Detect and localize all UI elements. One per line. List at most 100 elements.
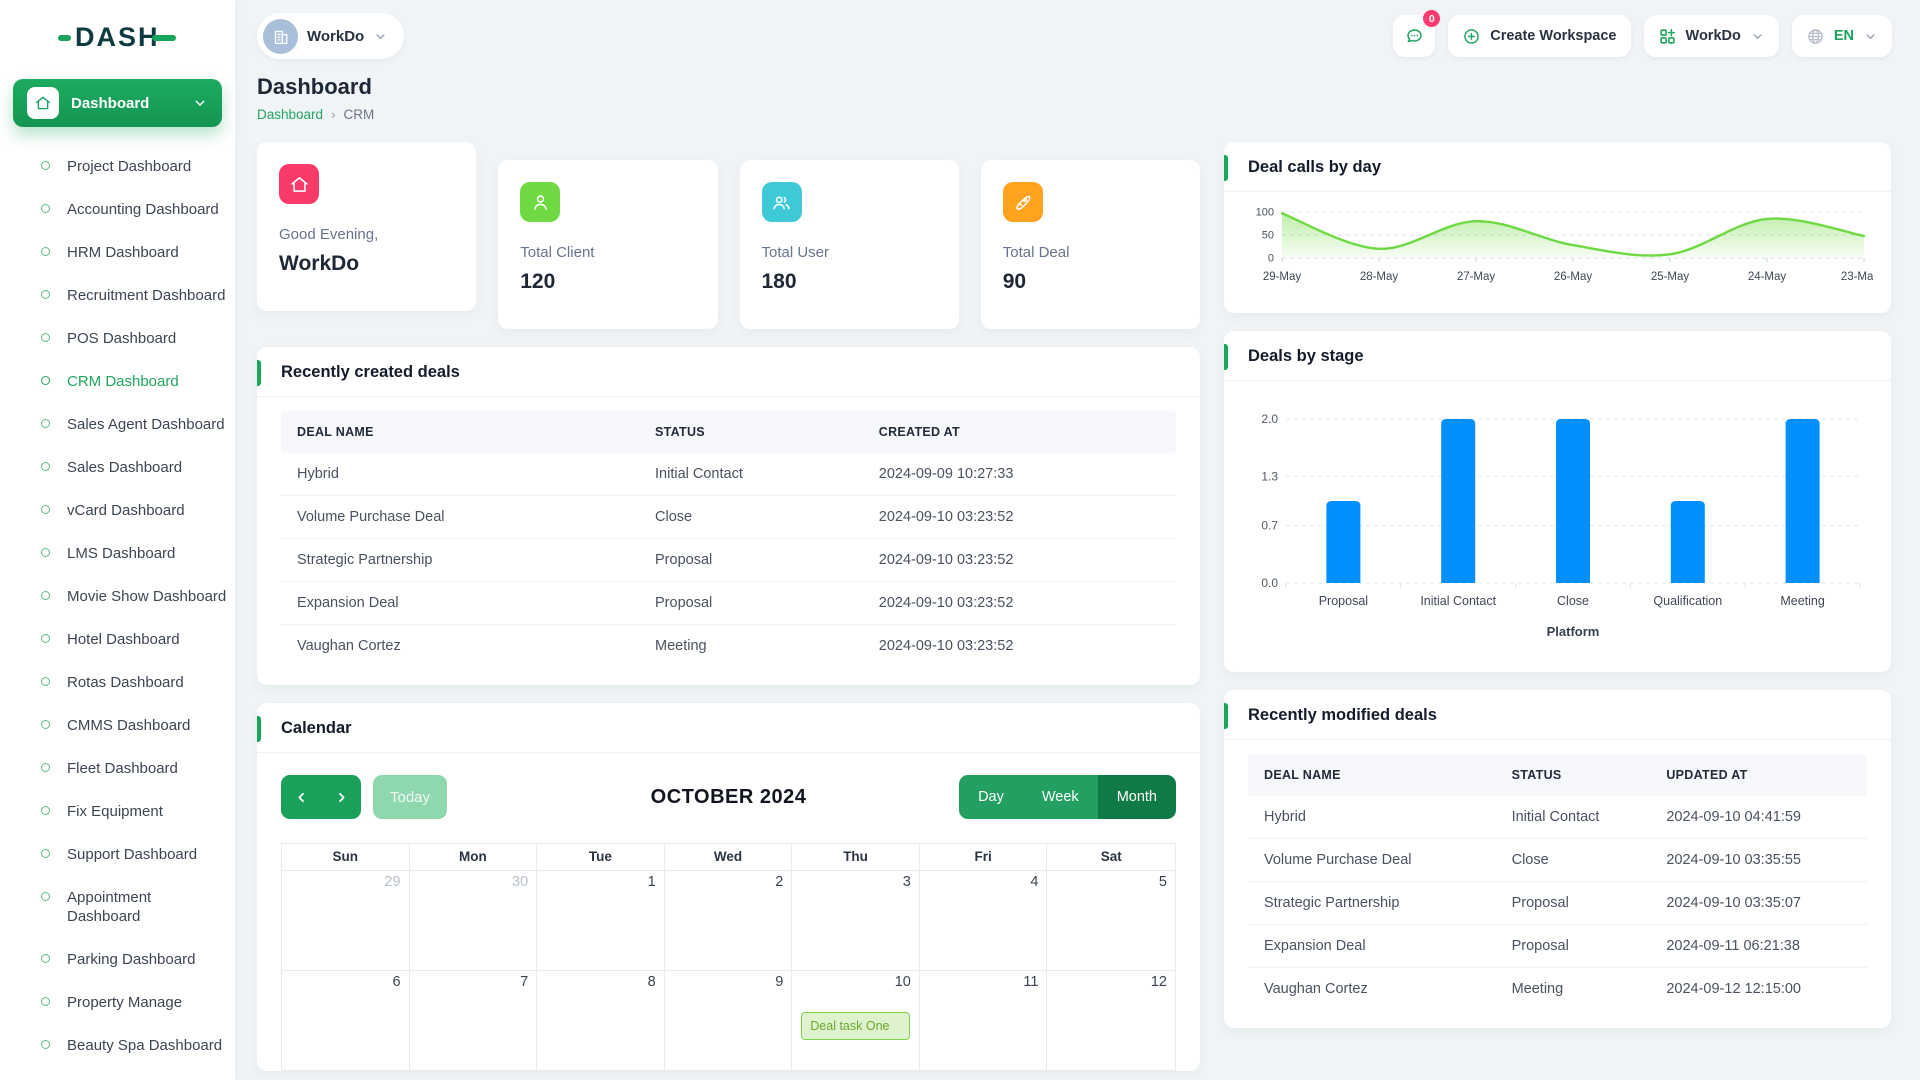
chevron-down-icon <box>192 95 208 111</box>
calendar-day-cell[interactable]: 2 <box>665 870 793 970</box>
sidebar-item-label: Property Manage <box>67 993 182 1012</box>
view-button-month[interactable]: Month <box>1098 775 1176 819</box>
logo-text: DASH <box>75 24 160 51</box>
column-header-created-at: CREATED AT <box>863 411 1176 453</box>
sidebar-item-support-dashboard[interactable]: Support Dashboard <box>0 833 235 876</box>
table-cell: 2024-09-09 10:27:33 <box>863 453 1176 495</box>
calendar-day-cell[interactable]: 29 <box>282 870 410 970</box>
workspace-selector[interactable]: WorkDo <box>257 13 404 59</box>
sidebar-item-lms-dashboard[interactable]: LMS Dashboard <box>0 532 235 575</box>
sidebar-item-project-dashboard[interactable]: Project Dashboard <box>0 145 235 188</box>
sidebar-item-accounting-dashboard[interactable]: Accounting Dashboard <box>0 188 235 231</box>
column-header-updated-at: UPDATED AT <box>1650 754 1867 796</box>
calendar-day-header: Fri <box>920 844 1048 870</box>
calendar-day-cell[interactable]: 1 <box>537 870 665 970</box>
sidebar-item-appointment-dashboard[interactable]: Appointment Dashboard <box>0 876 235 938</box>
sidebar-item-parking-dashboard[interactable]: Parking Dashboard <box>0 938 235 981</box>
sidebar-item-pos-dashboard[interactable]: POS Dashboard <box>0 317 235 360</box>
calendar-day-number: 2 <box>775 874 783 890</box>
table-cell: Close <box>1496 839 1651 881</box>
sidebar-item-dashboard[interactable]: Dashboard <box>13 79 222 127</box>
sidebar-item-crm-dashboard[interactable]: CRM Dashboard <box>0 360 235 403</box>
view-button-day[interactable]: Day <box>959 775 1023 819</box>
svg-text:24-May: 24-May <box>1748 271 1787 283</box>
calendar-day-cell[interactable]: 10Deal task One <box>792 970 920 1070</box>
sidebar-item-label: POS Dashboard <box>67 329 176 348</box>
table-cell: Hybrid <box>281 453 639 495</box>
svg-text:50: 50 <box>1262 230 1274 242</box>
stat-card-total-client: Total Client120 <box>498 160 717 329</box>
calendar-day-cell[interactable]: 11 <box>920 970 1048 1070</box>
svg-text:Initial Contact: Initial Contact <box>1420 594 1496 608</box>
calendar-day-cell[interactable]: 9 <box>665 970 793 1070</box>
chevron-down-icon <box>1863 29 1878 44</box>
calendar-day-cell[interactable]: 7 <box>410 970 538 1070</box>
users-icon <box>762 182 802 222</box>
svg-text:27-May: 27-May <box>1457 271 1496 283</box>
view-button-week[interactable]: Week <box>1023 775 1098 819</box>
calendar-view-switcher: DayWeekMonth <box>959 775 1176 819</box>
today-button[interactable]: Today <box>373 775 447 819</box>
breadcrumb-dashboard-link[interactable]: Dashboard <box>257 107 323 122</box>
calendar-day-cell[interactable]: 30 <box>410 870 538 970</box>
calendar-event[interactable]: Deal task One <box>801 1012 910 1040</box>
create-workspace-button[interactable]: Create Workspace <box>1448 15 1630 57</box>
sidebar-nav: Project Dashboard Accounting DashboardHRM… <box>0 137 235 1080</box>
stat-value: 90 <box>1003 270 1178 294</box>
calendar-day-cell[interactable]: 3 <box>792 870 920 970</box>
sidebar-item-label: Recruitment Dashboard <box>67 286 225 305</box>
calendar-day-number: 3 <box>903 874 911 890</box>
sidebar-item-cmms-dashboard[interactable]: CMMS Dashboard <box>0 704 235 747</box>
stats-row: Good Evening,WorkDoTotal Client120Total … <box>257 142 1200 329</box>
sidebar-item-rotas-dashboard[interactable]: Rotas Dashboard <box>0 661 235 704</box>
next-month-button[interactable] <box>321 775 361 819</box>
prev-month-button[interactable] <box>281 775 321 819</box>
table-cell: Proposal <box>1496 925 1651 967</box>
sidebar-item-label: Project Dashboard <box>67 157 191 176</box>
svg-text:Platform: Platform <box>1547 624 1600 639</box>
circle-icon <box>41 677 50 686</box>
grid-plus-icon <box>1658 27 1677 46</box>
sidebar-item-label: Beauty Spa Dashboard <box>67 1036 222 1055</box>
app-logo[interactable]: DASH <box>0 0 235 71</box>
account-menu[interactable]: WorkDo <box>1644 15 1779 57</box>
left-column: Good Evening,WorkDoTotal Client120Total … <box>257 142 1200 1080</box>
sidebar-item-facilities-dashboard[interactable]: Facilities Dashboard <box>0 1067 235 1080</box>
calendar-day-cell[interactable]: 12 <box>1047 970 1175 1070</box>
svg-text:2.0: 2.0 <box>1261 412 1278 426</box>
calendar-day-cell[interactable]: 8 <box>537 970 665 1070</box>
table-cell: Initial Contact <box>639 453 863 495</box>
sidebar-item-vcard-dashboard[interactable]: vCard Dashboard <box>0 489 235 532</box>
sidebar-item-property-manage[interactable]: Property Manage <box>0 981 235 1024</box>
workspace-name: WorkDo <box>307 28 364 45</box>
table-cell: Proposal <box>1496 882 1651 924</box>
messages-button[interactable]: 0 <box>1393 15 1435 57</box>
sidebar-item-beauty-spa-dashboard[interactable]: Beauty Spa Dashboard <box>0 1024 235 1067</box>
sidebar-item-hrm-dashboard[interactable]: HRM Dashboard <box>0 231 235 274</box>
table-cell: Hybrid <box>1248 796 1496 838</box>
table-cell: Proposal <box>639 539 863 581</box>
calendar-day-number: 11 <box>1023 974 1038 990</box>
language-code: EN <box>1834 28 1854 44</box>
circle-icon <box>41 204 50 213</box>
recently-created-deals-card: Recently created deals DEAL NAMESTATUSCR… <box>257 347 1200 685</box>
sidebar-item-sales-dashboard[interactable]: Sales Dashboard <box>0 446 235 489</box>
calendar-day-cell[interactable]: 5 <box>1047 870 1175 970</box>
sidebar-item-recruitment-dashboard[interactable]: Recruitment Dashboard <box>0 274 235 317</box>
sidebar-item-sales-agent-dashboard[interactable]: Sales Agent Dashboard <box>0 403 235 446</box>
chevron-down-icon <box>1750 29 1765 44</box>
sidebar-item-hotel-dashboard[interactable]: Hotel Dashboard <box>0 618 235 661</box>
calendar-day-cell[interactable]: 4 <box>920 870 1048 970</box>
table-row: HybridInitial Contact2024-09-09 10:27:33 <box>281 453 1176 496</box>
circle-icon <box>41 505 50 514</box>
calendar-nav-group <box>281 775 361 819</box>
circle-icon <box>41 548 50 557</box>
svg-text:29-May: 29-May <box>1263 271 1302 283</box>
sidebar-item-fix-equipment[interactable]: Fix Equipment <box>0 790 235 833</box>
stat-card-total-user: Total User180 <box>740 160 959 329</box>
sidebar-item-movie-show-dashboard[interactable]: Movie Show Dashboard <box>0 575 235 618</box>
language-selector[interactable]: EN <box>1792 15 1892 57</box>
circle-icon <box>41 849 50 858</box>
calendar-day-cell[interactable]: 6 <box>282 970 410 1070</box>
sidebar-item-fleet-dashboard[interactable]: Fleet Dashboard <box>0 747 235 790</box>
